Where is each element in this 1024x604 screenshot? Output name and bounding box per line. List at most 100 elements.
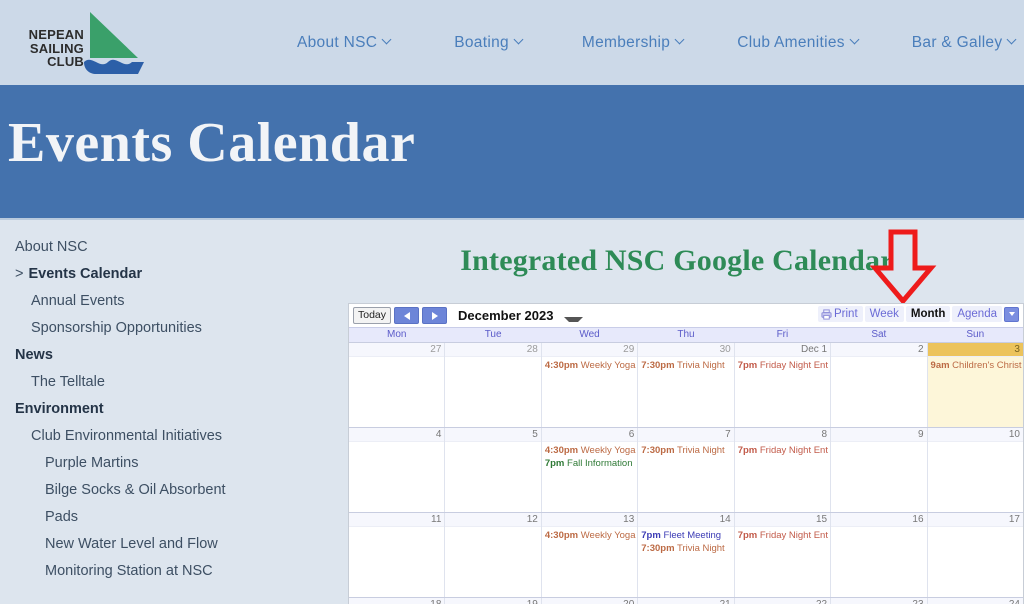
calendar-event[interactable]: 9am Children's Christ <box>931 359 1022 372</box>
calendar-event[interactable]: 7pm Friday Night Ent <box>738 359 828 372</box>
print-button[interactable]: Print <box>818 306 863 322</box>
calendar-day-cell[interactable]: 19 <box>445 598 542 604</box>
calendar-event[interactable]: 7pm Fleet Meeting <box>641 529 731 542</box>
today-button[interactable]: Today <box>353 307 392 324</box>
calendar-day-cell[interactable]: 18 <box>349 598 446 604</box>
logo-text: NEPEAN SAILING CLUB <box>12 28 84 69</box>
calendar-event[interactable]: 7pm Fall Information <box>545 457 635 470</box>
view-month-button[interactable]: Month <box>905 306 951 322</box>
calendar-day-cell[interactable]: 20 <box>541 598 639 604</box>
day-number: 16 <box>831 513 927 527</box>
calendar-day-cell[interactable]: 24 <box>927 598 1023 604</box>
calendar-day-cell[interactable]: 3 9am Children's Christ <box>927 343 1023 427</box>
weekday-header-sat: Sat <box>831 328 928 342</box>
calendar-day-cell[interactable]: 7 7:30pm Trivia Night <box>638 428 735 512</box>
calendar-options-dropdown-button[interactable] <box>1004 306 1019 322</box>
event-time: 7pm <box>544 458 565 469</box>
calendar-day-cell[interactable]: 13 4:30pm Weekly Yoga <box>541 513 639 597</box>
calendar-event[interactable]: 4:30pm Weekly Yoga <box>545 444 636 457</box>
logo-line-1: NEPEAN <box>28 27 84 42</box>
site-logo[interactable]: NEPEAN SAILING CLUB <box>10 8 150 78</box>
sidebar-item-new-water-level-and-flow[interactable]: New Water Level and Flow <box>0 531 340 558</box>
calendar-event[interactable]: 7pm Friday Night Ent <box>738 444 828 457</box>
sidebar-item-sponsorship-opportunities[interactable]: Sponsorship Opportunities <box>0 315 340 342</box>
nav-item-boating[interactable]: Boating <box>454 34 524 52</box>
calendar-day-cell[interactable]: 16 <box>831 513 928 597</box>
day-number: 11 <box>349 513 445 527</box>
calendar-day-cell[interactable]: 2 <box>831 343 928 427</box>
printer-icon <box>821 308 832 320</box>
event-title: Trivia Night <box>674 445 725 456</box>
sidebar-item-bilge-socks-oil-absorbent[interactable]: Bilge Socks & Oil Absorbent <box>0 477 340 504</box>
calendar-event[interactable]: 7:30pm Trivia Night <box>641 542 731 555</box>
calendar-toolbar-right: Print Week Month Agenda <box>818 306 1019 322</box>
sidebar-item-label: The Telltale <box>31 374 105 390</box>
day-events <box>928 527 1023 529</box>
calendar-event[interactable]: 4:30pm Weekly Yoga <box>545 359 636 372</box>
day-number: 9 <box>831 428 927 442</box>
calendar-day-cell[interactable]: 28 <box>445 343 542 427</box>
weekday-header-mon: Mon <box>349 328 446 342</box>
event-title: Trivia Night <box>674 543 725 554</box>
day-events <box>349 527 444 529</box>
calendar-event[interactable]: 7pm Friday Night Ent <box>738 529 828 542</box>
sidebar-item-purple-martins[interactable]: Purple Martins <box>0 450 340 477</box>
calendar-day-cell[interactable]: 27 <box>349 343 446 427</box>
day-number: 23 <box>831 598 927 604</box>
sidebar-item-club-environmental-initiatives[interactable]: Club Environmental Initiatives <box>0 423 340 450</box>
chevron-down-icon <box>1008 312 1015 316</box>
calendar-day-cell[interactable]: 6 4:30pm Weekly Yoga 7pm Fall Information <box>541 428 639 512</box>
event-time: 7pm <box>737 445 758 456</box>
calendar-day-cell[interactable]: 22 <box>734 598 832 604</box>
calendar-day-cell[interactable]: 29 4:30pm Weekly Yoga <box>541 343 639 427</box>
view-week-button[interactable]: Week <box>864 306 904 322</box>
sidebar-item-events-calendar[interactable]: > Events Calendar <box>0 261 340 288</box>
calendar-day-cell[interactable]: 21 <box>638 598 735 604</box>
day-number: 2 <box>831 343 927 357</box>
calendar-event[interactable]: 7:30pm Trivia Night <box>641 444 731 457</box>
page-title: Events Calendar <box>8 112 416 174</box>
period-dropdown-icon[interactable] <box>564 317 584 322</box>
sidebar-item-environment[interactable]: Environment <box>0 396 340 423</box>
day-number: 15 <box>734 513 831 527</box>
sidebar-item-monitoring-station-at-nsc[interactable]: Monitoring Station at NSC <box>0 558 340 585</box>
calendar-day-cell[interactable]: 12 <box>445 513 542 597</box>
main-content: Integrated NSC Google Calendar Today Dec… <box>340 222 1024 604</box>
sidebar-item-pads[interactable]: Pads <box>0 504 340 531</box>
calendar-day-cell[interactable]: 23 <box>831 598 928 604</box>
day-number: Dec 1 <box>734 343 831 357</box>
nav-item-about-nsc[interactable]: About NSC <box>297 34 392 52</box>
sidebar-item-label: Monitoring Station at NSC <box>45 563 213 579</box>
nav-item-membership[interactable]: Membership <box>582 34 685 52</box>
calendar-day-cell[interactable]: 9 <box>831 428 928 512</box>
next-period-button[interactable] <box>422 307 448 324</box>
sidebar-item-label: New Water Level and Flow <box>45 536 218 552</box>
sidebar-item-annual-events[interactable]: Annual Events <box>0 288 340 315</box>
calendar-day-cell[interactable]: 11 <box>349 513 446 597</box>
sidebar-item-news[interactable]: News <box>0 342 340 369</box>
nav-item-club-amenities[interactable]: Club Amenities <box>737 34 860 52</box>
sidebar-item-label: Pads <box>45 509 79 525</box>
calendar-event[interactable]: 4:30pm Weekly Yoga <box>545 529 636 542</box>
calendar-week-row: 27 28 29 4:30pm Weekly Yoga 30 7:30pm Trivia … <box>349 342 1023 427</box>
calendar-day-cell[interactable]: 15 7pm Friday Night Ent <box>734 513 832 597</box>
calendar-day-cell[interactable]: Dec 1 7pm Friday Night Ent <box>734 343 832 427</box>
sidebar-item-the-telltale[interactable]: The Telltale <box>0 369 340 396</box>
nav-item-bar-and-galley[interactable]: Bar & Galley <box>912 34 1018 52</box>
sidebar-item-about-nsc[interactable]: About NSC <box>0 234 340 261</box>
nav-label: About NSC <box>297 33 378 51</box>
calendar-day-cell[interactable]: 14 7pm Fleet Meeting 7:30pm Trivia Night <box>638 513 735 597</box>
day-events: 9am Children's Christ <box>928 357 1023 372</box>
calendar-day-cell[interactable]: 30 7:30pm Trivia Night <box>638 343 735 427</box>
calendar-event[interactable]: 7:30pm Trivia Night <box>641 359 731 372</box>
calendar-day-cell[interactable]: 17 <box>927 513 1023 597</box>
nav-label: Boating <box>454 33 509 51</box>
calendar-day-cell[interactable]: 10 <box>927 428 1023 512</box>
previous-period-button[interactable] <box>394 307 420 324</box>
calendar-day-cell[interactable]: 4 <box>349 428 446 512</box>
view-agenda-button[interactable]: Agenda <box>952 306 1002 322</box>
calendar-day-cell[interactable]: 8 7pm Friday Night Ent <box>734 428 832 512</box>
day-events <box>445 442 540 444</box>
event-time: 7pm <box>737 530 758 541</box>
calendar-day-cell[interactable]: 5 <box>445 428 542 512</box>
